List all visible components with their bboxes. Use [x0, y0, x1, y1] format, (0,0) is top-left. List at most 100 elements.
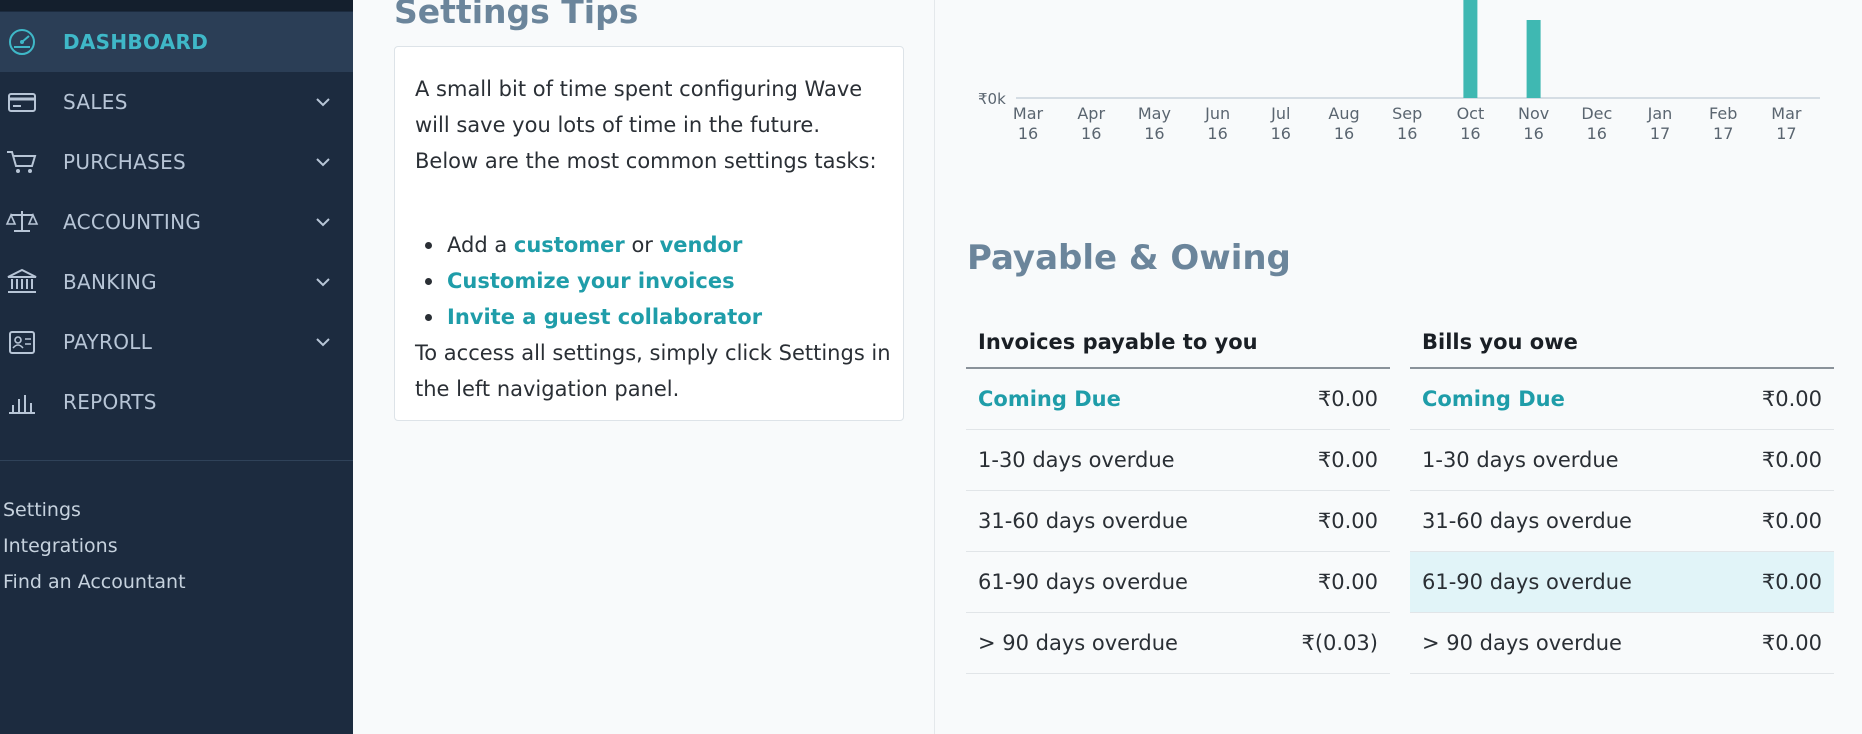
table-row[interactable]: 61-90 days overdue ₹0.00 — [966, 552, 1390, 613]
row-label: 61-90 days overdue — [1422, 570, 1632, 594]
list-item: Customize your invoices — [425, 263, 762, 299]
row-amount: ₹0.00 — [1761, 570, 1822, 594]
x-tick-label: 16 — [1271, 124, 1291, 143]
x-tick-label: 16 — [1587, 124, 1607, 143]
tips-outro-line: the left navigation panel. — [415, 377, 680, 401]
credit-card-icon — [2, 85, 42, 119]
speedometer-icon — [2, 25, 42, 59]
chevron-down-icon[interactable] — [312, 331, 334, 353]
list-item: Add a customer or vendor — [425, 227, 762, 263]
bills-table-header: Bills you owe — [1410, 320, 1834, 369]
x-tick-label: Jun — [1204, 104, 1230, 123]
x-tick-label: 17 — [1776, 124, 1796, 143]
row-label: > 90 days overdue — [978, 631, 1178, 655]
table-row[interactable]: 31-60 days overdue ₹0.00 — [966, 491, 1390, 552]
chevron-down-icon[interactable] — [312, 151, 334, 173]
row-label: 61-90 days overdue — [978, 570, 1188, 594]
tips-intro-line: A small bit of time spent configuring Wa… — [415, 77, 863, 101]
table-row[interactable]: > 90 days overdue ₹(0.03) — [966, 613, 1390, 674]
chevron-down-icon[interactable] — [312, 91, 334, 113]
customize-invoices-link[interactable]: Customize your invoices — [447, 269, 735, 293]
table-row[interactable]: Coming Due ₹0.00 — [966, 369, 1390, 430]
tips-outro-line: To access all settings, simply click Set… — [415, 341, 891, 365]
row-amount: ₹0.00 — [1761, 448, 1822, 472]
row-label: 31-60 days overdue — [978, 509, 1188, 533]
chevron-down-icon[interactable] — [312, 271, 334, 293]
tips-intro-line: Below are the most common settings tasks… — [415, 149, 877, 173]
table-row[interactable]: 31-60 days overdue ₹0.00 — [1410, 491, 1834, 552]
x-tick-label: 16 — [1397, 124, 1417, 143]
sidebar-item-payroll[interactable]: PAYROLL — [0, 312, 353, 372]
chart-bar[interactable] — [1526, 20, 1541, 98]
x-tick-label: Feb — [1709, 104, 1737, 123]
sidebar-item-label: PURCHASES — [63, 150, 187, 174]
sidebar-item-accounting[interactable]: ACCOUNTING — [0, 192, 353, 252]
row-amount: ₹(0.03) — [1301, 631, 1378, 655]
invoices-table: Invoices payable to you Coming Due ₹0.00 1… — [966, 320, 1390, 674]
cart-icon — [2, 145, 42, 179]
table-row[interactable]: 1-30 days overdue ₹0.00 — [1410, 430, 1834, 491]
id-badge-icon — [2, 325, 42, 359]
sidebar: DASHBOARD SALES PURCHASES ACCOUNTING BAN… — [0, 0, 353, 734]
sidebar-link-settings[interactable]: Settings — [3, 499, 81, 521]
invoices-table-header: Invoices payable to you — [966, 320, 1390, 369]
sidebar-item-label: DASHBOARD — [63, 30, 209, 54]
sidebar-item-sales[interactable]: SALES — [0, 72, 353, 132]
sidebar-item-label: REPORTS — [63, 390, 157, 414]
x-tick-label: Jul — [1270, 104, 1290, 123]
table-row[interactable]: Coming Due ₹0.00 — [1410, 369, 1834, 430]
row-amount: ₹0.00 — [1317, 570, 1378, 594]
x-tick-label: Aug — [1328, 104, 1359, 123]
settings-tips-title: Settings Tips — [394, 0, 639, 31]
sidebar-item-label: PAYROLL — [63, 330, 153, 354]
sidebar-link-integrations[interactable]: Integrations — [3, 535, 118, 557]
row-amount: ₹0.00 — [1317, 387, 1378, 411]
sidebar-item-label: BANKING — [63, 270, 157, 294]
x-tick-label: 16 — [1018, 124, 1038, 143]
sidebar-item-purchases[interactable]: PURCHASES — [0, 132, 353, 192]
sidebar-divider — [0, 460, 353, 461]
bills-table: Bills you owe Coming Due ₹0.00 1-30 days o… — [1410, 320, 1834, 674]
x-tick-label: 16 — [1081, 124, 1101, 143]
customer-link[interactable]: customer — [514, 233, 625, 257]
coming-due-link[interactable]: Coming Due — [1422, 387, 1565, 411]
x-tick-label: Sep — [1392, 104, 1422, 123]
bar-chart-icon — [2, 385, 42, 419]
vendor-link[interactable]: vendor — [660, 233, 743, 257]
x-tick-label: Apr — [1077, 104, 1105, 123]
invite-collaborator-link[interactable]: Invite a guest collaborator — [447, 305, 762, 329]
tips-or-text: or — [631, 233, 653, 257]
settings-tips-card: A small bit of time spent configuring Wa… — [394, 46, 904, 421]
sidebar-link-find-accountant[interactable]: Find an Accountant — [3, 571, 186, 593]
row-label: 1-30 days overdue — [978, 448, 1175, 472]
tips-add-text: Add a — [447, 233, 508, 257]
x-tick-label: Oct — [1457, 104, 1485, 123]
tips-list: Add a customer or vendor Customize your … — [425, 227, 762, 335]
table-row[interactable]: 1-30 days overdue ₹0.00 — [966, 430, 1390, 491]
sidebar-item-banking[interactable]: BANKING — [0, 252, 353, 312]
chevron-down-icon[interactable] — [312, 211, 334, 233]
chart-bar[interactable] — [1463, 0, 1478, 98]
x-tick-label: Mar — [1771, 104, 1802, 123]
x-tick-label: 17 — [1650, 124, 1670, 143]
row-amount: ₹0.00 — [1761, 509, 1822, 533]
x-tick-label: May — [1138, 104, 1171, 123]
sidebar-top-strip — [0, 0, 353, 11]
sidebar-item-reports[interactable]: REPORTS — [0, 372, 353, 432]
x-tick-label: Mar — [1013, 104, 1044, 123]
row-amount: ₹0.00 — [1317, 448, 1378, 472]
column-divider — [934, 0, 935, 734]
x-tick-label: 16 — [1334, 124, 1354, 143]
sidebar-item-dashboard[interactable]: DASHBOARD — [0, 12, 353, 72]
y-tick-label: ₹0k — [978, 90, 1006, 108]
scales-icon — [2, 205, 42, 239]
row-label: > 90 days overdue — [1422, 631, 1622, 655]
tips-intro-line: will save you lots of time in the future… — [415, 113, 820, 137]
table-row[interactable]: 61-90 days overdue ₹0.00 — [1410, 552, 1834, 613]
coming-due-link[interactable]: Coming Due — [978, 387, 1121, 411]
bank-icon — [2, 265, 42, 299]
x-tick-label: Nov — [1518, 104, 1549, 123]
x-tick-label: Dec — [1581, 104, 1612, 123]
table-row[interactable]: > 90 days overdue ₹0.00 — [1410, 613, 1834, 674]
x-tick-label: 16 — [1207, 124, 1227, 143]
